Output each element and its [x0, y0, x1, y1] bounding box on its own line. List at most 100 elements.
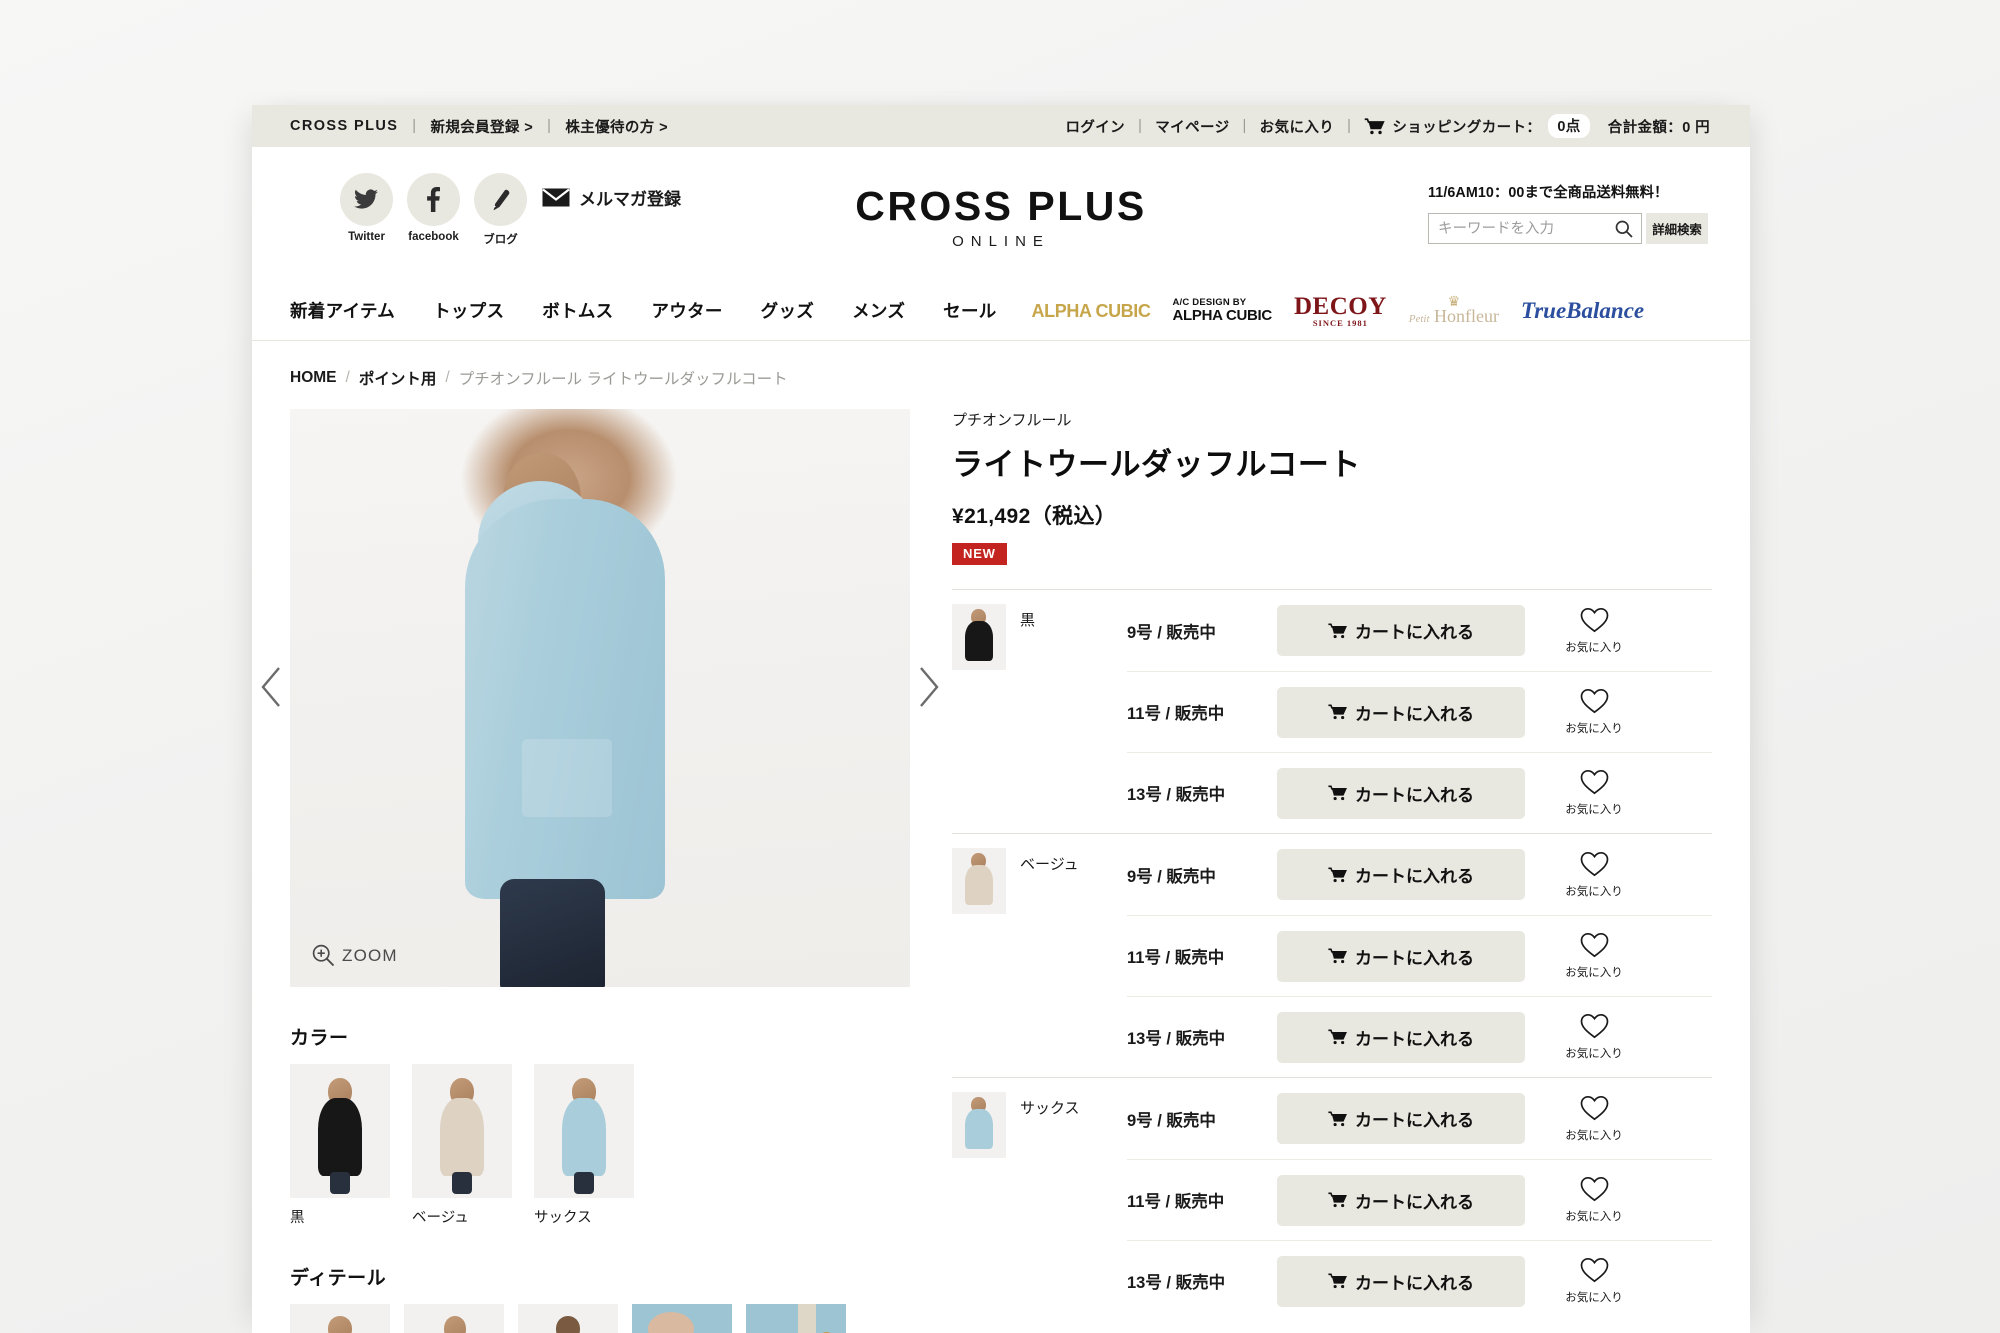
add-to-favorites-button[interactable]: お気に入り — [1551, 932, 1637, 980]
variant-size: 13号 / 販売中 — [1127, 1030, 1226, 1048]
shopping-cart-link[interactable]: ショッピングカート： 0点 合計金額：0 円 — [1364, 114, 1710, 138]
add-to-favorites-button[interactable]: お気に入り — [1551, 1176, 1637, 1224]
add-to-cart-button[interactable]: カートに入れる — [1277, 930, 1525, 982]
brand-logo-decoy[interactable]: DECOY SINCE 1981 — [1294, 294, 1387, 328]
breadcrumb-separator: / — [345, 369, 350, 386]
add-to-cart-button[interactable]: カートに入れる — [1277, 605, 1525, 656]
breadcrumb-current: プチオンフルール ライトウールダッフルコート — [458, 371, 788, 388]
variant-size: 11号 / 販売中 — [1127, 1193, 1225, 1211]
variant-row: 9号 / 販売中 カートに入れる お気に入り — [1127, 590, 1712, 671]
nav-item-bottoms[interactable]: ボトムス — [523, 298, 632, 323]
variant-size: 9号 / 販売中 — [1127, 1111, 1216, 1130]
swatch-label: サックス — [534, 1210, 592, 1226]
zoom-button[interactable]: ZOOM — [312, 944, 398, 967]
cart-icon — [1365, 117, 1385, 134]
gallery-next-button[interactable] — [906, 652, 952, 722]
add-to-cart-button[interactable]: カートに入れる — [1277, 1011, 1525, 1063]
main-product-image[interactable]: ZOOM — [290, 409, 910, 987]
variant-color-cell[interactable]: サックス — [952, 1078, 1127, 1321]
add-to-favorites-button[interactable]: お気に入り — [1551, 607, 1637, 655]
add-to-cart-label: カートに入れる — [1355, 1192, 1474, 1212]
add-to-cart-button[interactable]: カートに入れる — [1277, 1174, 1525, 1226]
add-to-cart-button[interactable]: カートに入れる — [1277, 1255, 1525, 1307]
brand-logo-petit-honfleur[interactable]: ♛ Petit Honfleur — [1409, 294, 1499, 325]
search-icon[interactable] — [1615, 220, 1633, 238]
favorites-label: お気に入り — [1565, 1129, 1623, 1142]
product-price: ¥21,492（税込） — [952, 505, 1117, 528]
coat-body — [465, 499, 665, 899]
nav-item-sale[interactable]: セール — [924, 298, 1015, 323]
heart-icon — [1580, 851, 1608, 876]
pen-icon-circle — [474, 173, 527, 226]
detail-thumbnail-back[interactable] — [518, 1304, 618, 1333]
add-to-favorites-button[interactable]: お気に入り — [1551, 851, 1637, 899]
shareholder-benefit-link[interactable]: 株主優待の方 > — [565, 116, 668, 137]
advanced-search-button[interactable]: 詳細検索 — [1646, 213, 1708, 244]
login-link[interactable]: ログイン — [1065, 116, 1125, 137]
add-to-favorites-button[interactable]: お気に入り — [1551, 1257, 1637, 1305]
variant-rows: 9号 / 販売中 カートに入れる お気に入り 11号 / 販売中 カートに入れる… — [1127, 1078, 1712, 1321]
variant-color-thumbnail — [952, 1092, 1006, 1158]
add-to-cart-button[interactable]: カートに入れる — [1277, 849, 1525, 900]
color-swatch-black[interactable]: 黒 — [290, 1064, 390, 1227]
nav-item-mens[interactable]: メンズ — [833, 298, 924, 323]
nav-item-new-arrivals[interactable]: 新着アイテム — [290, 298, 414, 323]
variant-rows: 9号 / 販売中 カートに入れる お気に入り 11号 / 販売中 カートに入れる… — [1127, 834, 1712, 1077]
heart-icon — [1580, 1013, 1608, 1039]
detail-thumbnail-toggle-closeup[interactable] — [632, 1304, 732, 1333]
detail-thumbnail-front[interactable] — [290, 1304, 390, 1333]
main-navigation: 新着アイテム トップス ボトムス アウター グッズ メンズ セール ALPHA … — [252, 281, 1750, 341]
nav-item-goods[interactable]: グッズ — [742, 298, 833, 323]
variant-row: 11号 / 販売中 カートに入れる お気に入り — [1127, 671, 1712, 752]
twitter-icon — [354, 189, 378, 209]
add-to-favorites-button[interactable]: お気に入り — [1551, 1013, 1637, 1061]
social-link-blog[interactable]: ブログ — [474, 173, 527, 247]
add-to-cart-label: カートに入れる — [1355, 948, 1474, 968]
mail-magazine-register-link[interactable]: メルマガ登録 — [542, 185, 681, 210]
social-link-facebook[interactable]: facebook — [407, 173, 460, 243]
breadcrumb-category[interactable]: ポイント用 — [359, 367, 437, 389]
heart-icon — [1580, 688, 1608, 714]
utility-separator: | — [1347, 118, 1352, 134]
utility-brand-link[interactable]: CROSS PLUS — [290, 118, 398, 134]
brand-logo-alpha-cubic[interactable]: ALPHA CUBIC — [1032, 302, 1151, 320]
add-to-cart-button[interactable]: カートに入れる — [1277, 1093, 1525, 1144]
social-link-twitter[interactable]: Twitter — [340, 173, 393, 243]
breadcrumb-home[interactable]: HOME — [290, 369, 337, 387]
mypage-link[interactable]: マイページ — [1155, 116, 1229, 137]
add-to-favorites-button[interactable]: お気に入り — [1551, 769, 1637, 817]
twitter-icon-circle — [340, 173, 393, 226]
add-to-cart-button[interactable]: カートに入れる — [1277, 767, 1525, 819]
brand-logo-truebalance[interactable]: TrueBalance — [1521, 299, 1644, 322]
favorites-link[interactable]: お気に入り — [1260, 116, 1335, 137]
swatch-image — [534, 1064, 634, 1198]
color-swatch-sax[interactable]: サックス — [534, 1064, 634, 1227]
swatch-label: 黒 — [290, 1210, 305, 1226]
variant-color-name: ベージュ — [1020, 856, 1079, 873]
nav-item-tops[interactable]: トップス — [414, 298, 523, 323]
variant-color-cell[interactable]: 黒 — [952, 590, 1127, 833]
swatch-image — [412, 1064, 512, 1198]
cart-icon — [1328, 622, 1347, 638]
brand-logo-ac-design-by-alpha-cubic[interactable]: A/C DESIGN BY ALPHA CUBIC — [1172, 298, 1272, 323]
variant-row: 11号 / 販売中 カートに入れる お気に入り — [1127, 1159, 1712, 1240]
variant-group: 黒 9号 / 販売中 カートに入れる お気に入り 11号 / 販売中 カートに入… — [952, 589, 1712, 833]
heart-icon — [1580, 1095, 1608, 1120]
utility-separator: | — [412, 118, 417, 134]
add-to-favorites-button[interactable]: お気に入り — [1551, 688, 1637, 736]
detail-thumbnail-zipper-closeup[interactable] — [746, 1304, 846, 1333]
cart-icon — [1328, 1192, 1347, 1208]
add-to-cart-button[interactable]: カートに入れる — [1277, 686, 1525, 738]
cart-icon — [1328, 948, 1347, 964]
variant-color-name: 黒 — [1020, 612, 1036, 629]
new-member-registration-link[interactable]: 新規会員登録 > — [430, 116, 533, 137]
detail-thumbnail-side[interactable] — [404, 1304, 504, 1333]
variant-color-cell[interactable]: ベージュ — [952, 834, 1127, 1077]
nav-item-outer[interactable]: アウター — [632, 298, 741, 323]
figure — [290, 1064, 390, 1198]
add-to-cart-label: カートに入れる — [1355, 1111, 1474, 1130]
search-input[interactable] — [1429, 214, 1641, 243]
add-to-favorites-button[interactable]: お気に入り — [1551, 1095, 1637, 1143]
gallery-prev-button[interactable] — [252, 652, 294, 722]
color-swatch-beige[interactable]: ベージュ — [412, 1064, 512, 1227]
